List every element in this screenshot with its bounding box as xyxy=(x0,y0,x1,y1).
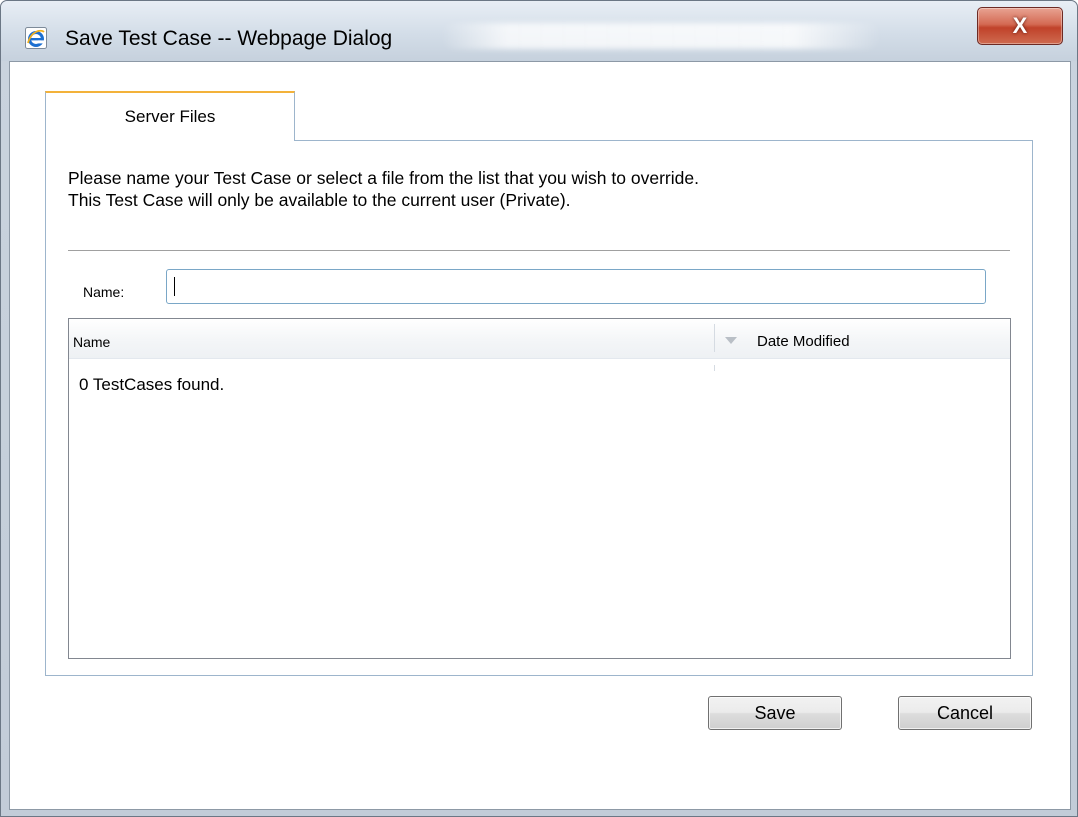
name-label: Name: xyxy=(83,284,125,300)
instructions-line-2: This Test Case will only be available to… xyxy=(68,190,571,210)
file-list[interactable]: Name Date Modified 0 TestCases found. xyxy=(68,318,1011,659)
instructions-line-1: Please name your Test Case or select a f… xyxy=(68,168,699,188)
text-caret xyxy=(174,277,175,296)
sort-descending-icon xyxy=(725,337,737,344)
tab-panel-server-files: Please name your Test Case or select a f… xyxy=(45,140,1033,676)
close-button[interactable]: X xyxy=(977,7,1063,45)
section-divider xyxy=(68,250,1010,251)
dialog-window: Save Test Case -- Webpage Dialog X Serve… xyxy=(0,0,1078,817)
title-bar[interactable]: Save Test Case -- Webpage Dialog X xyxy=(1,1,1077,61)
column-separator[interactable] xyxy=(714,324,715,352)
column-divider-tick xyxy=(714,365,715,371)
title-bar-glass xyxy=(441,23,881,49)
tab-server-files[interactable]: Server Files xyxy=(45,91,295,141)
cancel-button[interactable]: Cancel xyxy=(898,696,1032,730)
window-title: Save Test Case -- Webpage Dialog xyxy=(65,27,393,50)
close-icon: X xyxy=(1012,13,1028,38)
name-input[interactable] xyxy=(166,269,986,304)
instructions-text: Please name your Test Case or select a f… xyxy=(68,167,699,211)
column-header-name[interactable]: Name xyxy=(73,334,110,350)
save-button[interactable]: Save xyxy=(708,696,842,730)
file-list-header: Name Date Modified xyxy=(69,319,1010,359)
column-header-date-modified[interactable]: Date Modified xyxy=(757,333,850,350)
empty-list-message: 0 TestCases found. xyxy=(79,375,225,394)
dialog-content: Server Files Please name your Test Case … xyxy=(9,61,1071,810)
internet-explorer-icon xyxy=(25,27,47,49)
